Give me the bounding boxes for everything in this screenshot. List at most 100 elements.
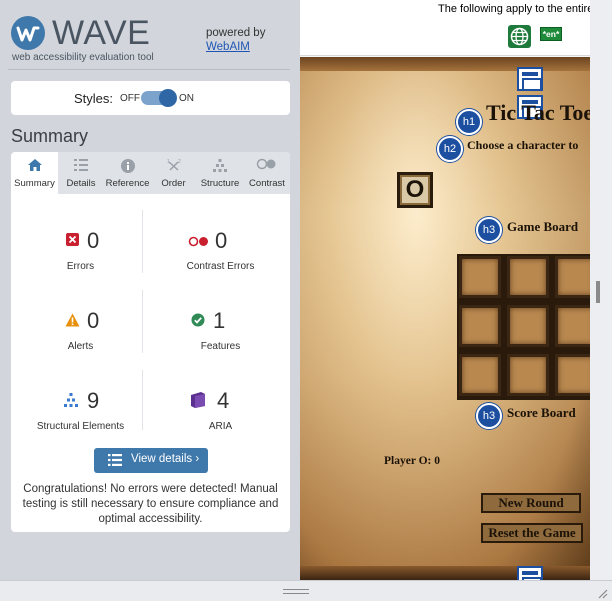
heading-badge-h1[interactable]: h1 <box>456 109 482 135</box>
structure-elements-icon <box>63 392 79 413</box>
game-board-heading: Game Board <box>507 219 579 234</box>
aria-count: 4 <box>217 388 230 413</box>
contrast-error-icon <box>188 234 210 252</box>
board-square[interactable] <box>507 354 549 396</box>
alerts-count: 0 <box>87 308 100 333</box>
aria-label: ARIA <box>208 421 233 432</box>
stat-contrast-errors[interactable]: 0 Contrast Errors <box>151 206 290 285</box>
structure-icon <box>196 152 244 178</box>
home-icon <box>11 152 58 178</box>
board-square[interactable] <box>555 256 590 298</box>
tab-label: Reference <box>105 178 150 189</box>
order-icon: 12 <box>151 152 196 178</box>
board-square[interactable] <box>507 305 549 347</box>
heading-badge-h2[interactable]: h2 <box>437 136 463 162</box>
player-score: Player O: 0 <box>384 455 440 467</box>
game-title: Tic Tac Toe <box>486 100 590 125</box>
language-badge[interactable]: *en* <box>540 27 562 41</box>
contrast-errors-count: 0 <box>215 228 228 253</box>
board-square[interactable] <box>555 354 590 396</box>
tab-details[interactable]: Details <box>58 152 104 194</box>
o-character-button[interactable]: O <box>397 172 433 208</box>
tab-contrast[interactable]: Contrast <box>244 152 290 194</box>
new-round-button[interactable]: New Round <box>481 493 581 513</box>
feature-icon <box>191 313 205 332</box>
list-icon <box>58 152 104 178</box>
wave-sidebar: WAVE web accessibility evaluation tool p… <box>0 0 300 580</box>
styles-toggle[interactable] <box>141 89 177 107</box>
tab-label: Contrast <box>249 178 285 189</box>
styles-label: Styles: <box>74 91 114 106</box>
stat-alerts[interactable]: 0 Alerts <box>11 286 150 365</box>
error-icon <box>66 233 79 246</box>
errors-label: Errors <box>66 261 95 272</box>
tab-label: Details <box>66 178 96 189</box>
stat-aria[interactable]: 4 ARIA <box>151 366 290 445</box>
right-gutter <box>590 0 612 580</box>
tab-reference[interactable]: Reference <box>104 152 151 194</box>
wave-logo: WAVE web accessibility evaluation tool p… <box>10 12 290 68</box>
page-preview: The following apply to the entire *en* T… <box>300 0 590 580</box>
styles-on-label: ON <box>179 93 194 104</box>
following-text: The following apply to the entire <box>438 3 590 15</box>
wave-logo-icon <box>11 16 45 50</box>
structure-marker-icon[interactable] <box>517 566 543 580</box>
list-icon <box>108 454 122 469</box>
contrast-icon <box>244 152 290 178</box>
info-icon <box>104 152 151 178</box>
tab-order[interactable]: 12 Order <box>151 152 196 194</box>
tab-bar: Summary Details Reference 12 Order Struc… <box>11 152 290 194</box>
language-globe-icon[interactable] <box>508 25 531 48</box>
structural-count: 9 <box>87 388 100 413</box>
errors-count: 0 <box>87 228 100 253</box>
toggle-knob <box>159 89 177 107</box>
congrats-message: Congratulations! No errors were detected… <box>22 483 279 525</box>
resize-corner-icon[interactable] <box>596 586 608 599</box>
game-board <box>457 254 590 400</box>
alert-icon <box>65 313 80 332</box>
tab-structure[interactable]: Structure <box>196 152 244 194</box>
powered-by-text: powered by <box>206 27 266 39</box>
stat-errors[interactable]: 0 Errors <box>11 206 150 285</box>
view-details-label: View details › <box>131 453 200 465</box>
stat-structural[interactable]: 9 Structural Elements <box>11 366 150 445</box>
vertical-resize-grip[interactable] <box>596 281 600 303</box>
structure-marker-icon[interactable] <box>517 67 543 91</box>
reset-game-button[interactable]: Reset the Game <box>481 523 583 543</box>
horizontal-drag-handle[interactable] <box>283 589 309 594</box>
wave-logo-text: WAVE <box>52 14 151 52</box>
heading-badge-h3[interactable]: h3 <box>476 403 502 429</box>
structural-label: Structural Elements <box>36 421 125 432</box>
parchment-bottom-edge <box>300 566 590 580</box>
choose-character-text: Choose a character to <box>467 138 579 152</box>
styles-toggle-box: Styles: OFF ON <box>11 81 290 115</box>
styles-off-label: OFF <box>120 93 140 104</box>
parchment-top-edge <box>300 57 590 71</box>
tab-label: Order <box>161 178 186 189</box>
aria-icon <box>189 391 207 414</box>
divider <box>8 69 290 70</box>
board-square[interactable] <box>459 354 501 396</box>
heading-badge-h3[interactable]: h3 <box>476 217 502 243</box>
alerts-label: Alerts <box>67 341 94 352</box>
stat-features[interactable]: 1 Features <box>151 286 290 365</box>
board-square[interactable] <box>459 305 501 347</box>
svg-text:2: 2 <box>178 159 181 165</box>
features-count: 1 <box>213 308 226 333</box>
wave-tagline: web accessibility evaluation tool <box>12 52 154 63</box>
contrast-errors-label: Contrast Errors <box>186 261 255 272</box>
view-details-button[interactable]: View details › <box>94 448 208 473</box>
powered-by: powered by WebAIM <box>206 26 265 54</box>
page-top-strip: The following apply to the entire *en* <box>300 0 590 56</box>
tab-summary[interactable]: Summary <box>11 152 58 194</box>
features-label: Features <box>200 341 241 352</box>
bottom-bar <box>0 580 612 601</box>
summary-heading: Summary <box>11 126 89 146</box>
tab-label: Summary <box>14 178 55 189</box>
score-board-heading: Score Board <box>507 405 576 420</box>
board-square[interactable] <box>555 305 590 347</box>
board-square[interactable] <box>507 256 549 298</box>
summary-panel: Summary Details Reference 12 Order Struc… <box>11 152 290 532</box>
webaim-link[interactable]: WebAIM <box>206 40 265 54</box>
board-square[interactable] <box>459 256 501 298</box>
